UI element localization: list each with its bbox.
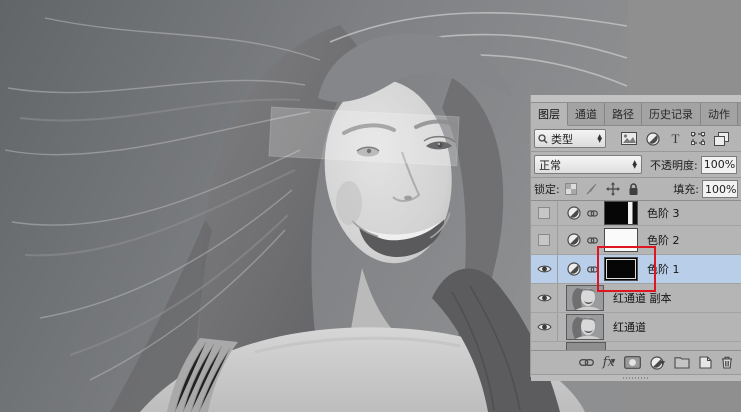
lock-all-icon[interactable] bbox=[628, 183, 639, 196]
filter-type-buttons: T bbox=[612, 132, 738, 146]
eye-icon bbox=[537, 322, 552, 332]
visibility-toggle[interactable] bbox=[531, 313, 558, 341]
opacity-label: 不透明度: bbox=[650, 157, 698, 173]
smart-object-filter-icon[interactable] bbox=[714, 132, 729, 146]
lock-transparency-icon[interactable] bbox=[565, 183, 577, 195]
panel-footer-bar: fx▼ ▼ bbox=[531, 350, 741, 374]
layer-row-levels-3[interactable]: 色阶 3 bbox=[531, 201, 741, 226]
tab-paths[interactable]: 路径 bbox=[605, 103, 642, 125]
link-layers-icon[interactable] bbox=[579, 358, 594, 367]
new-layer-icon[interactable] bbox=[699, 356, 712, 369]
filter-kind-label: 类型 bbox=[551, 131, 594, 147]
new-group-icon[interactable] bbox=[674, 357, 690, 369]
layer-name: 红通道 bbox=[613, 319, 646, 335]
lock-paint-icon[interactable] bbox=[585, 183, 598, 195]
adjustment-layer-icon bbox=[567, 233, 581, 247]
blend-mode-select[interactable]: 正常 ▲▼ bbox=[534, 155, 642, 174]
visibility-toggle[interactable] bbox=[531, 201, 558, 225]
layers-panel: 图层 通道 路径 历史记录 动作 类型 ▲▼ T 正常 ▲▼ bbox=[530, 95, 741, 377]
mask-link-icon[interactable] bbox=[587, 209, 598, 218]
layer-mask-thumbnail[interactable] bbox=[604, 201, 638, 225]
layer-name: 色阶 3 bbox=[647, 205, 680, 221]
chevron-updown-icon: ▲▼ bbox=[597, 135, 602, 143]
layer-name: 红通道 副本 bbox=[613, 290, 672, 306]
blend-mode-value: 正常 bbox=[539, 157, 632, 173]
adjustment-layer-icon bbox=[567, 262, 581, 276]
fill-label: 填充: bbox=[673, 181, 699, 197]
add-layer-mask-icon[interactable] bbox=[624, 356, 641, 369]
eye-hidden-box bbox=[538, 234, 550, 246]
layer-filter-row: 类型 ▲▼ T bbox=[531, 126, 741, 152]
svg-text:T: T bbox=[672, 132, 680, 145]
eye-icon bbox=[537, 264, 552, 274]
new-adjustment-layer-button[interactable]: ▼ bbox=[650, 356, 665, 370]
layer-style-button[interactable]: fx▼ bbox=[603, 358, 616, 368]
mask-link-icon[interactable] bbox=[587, 236, 598, 245]
visibility-toggle[interactable] bbox=[531, 255, 558, 283]
annotation-red-rectangle bbox=[597, 246, 656, 292]
lock-label: 锁定: bbox=[534, 181, 560, 197]
layer-row-red-channel[interactable]: 红通道 bbox=[531, 313, 741, 342]
pixel-layer-filter-icon[interactable] bbox=[621, 132, 637, 145]
blend-mode-row: 正常 ▲▼ 不透明度: 100% bbox=[531, 152, 741, 178]
filter-kind-select[interactable]: 类型 ▲▼ bbox=[534, 129, 606, 148]
thumbnail-portrait bbox=[567, 315, 604, 340]
panel-top-edge bbox=[531, 95, 741, 103]
adjustment-layer-icon bbox=[567, 206, 581, 220]
shape-layer-filter-icon[interactable] bbox=[691, 132, 705, 145]
fill-field[interactable]: 100% bbox=[702, 180, 738, 198]
delete-layer-icon[interactable] bbox=[721, 356, 733, 369]
eye-hidden-box bbox=[538, 207, 550, 219]
lock-row: 锁定: 填充: 100% bbox=[531, 178, 741, 201]
tab-layers[interactable]: 图层 bbox=[531, 103, 568, 126]
search-icon bbox=[538, 134, 548, 144]
dropdown-dot-icon: ▼ bbox=[611, 358, 616, 365]
opacity-field[interactable]: 100% bbox=[701, 156, 737, 174]
adjustment-layer-filter-icon[interactable] bbox=[646, 132, 660, 146]
tab-actions[interactable]: 动作 bbox=[701, 103, 738, 125]
tab-history[interactable]: 历史记录 bbox=[642, 103, 701, 125]
visibility-toggle[interactable] bbox=[531, 284, 558, 312]
layer-image-thumbnail[interactable] bbox=[566, 314, 604, 340]
chevron-updown-icon: ▲▼ bbox=[632, 161, 637, 169]
panel-resize-grip[interactable] bbox=[531, 374, 741, 381]
lock-buttons bbox=[565, 182, 639, 196]
dropdown-dot-icon: ▼ bbox=[660, 360, 665, 367]
layer-row-partial[interactable] bbox=[531, 342, 741, 350]
partial-thumbnail bbox=[566, 342, 606, 350]
visibility-toggle[interactable] bbox=[531, 226, 558, 254]
photoshop-window: 图层 通道 路径 历史记录 动作 类型 ▲▼ T 正常 ▲▼ bbox=[0, 0, 741, 412]
eye-icon bbox=[537, 293, 552, 303]
type-layer-filter-icon[interactable]: T bbox=[669, 132, 682, 145]
tab-channels[interactable]: 通道 bbox=[568, 103, 605, 125]
panel-tab-bar: 图层 通道 路径 历史记录 动作 bbox=[531, 103, 741, 126]
lock-position-icon[interactable] bbox=[606, 182, 620, 196]
